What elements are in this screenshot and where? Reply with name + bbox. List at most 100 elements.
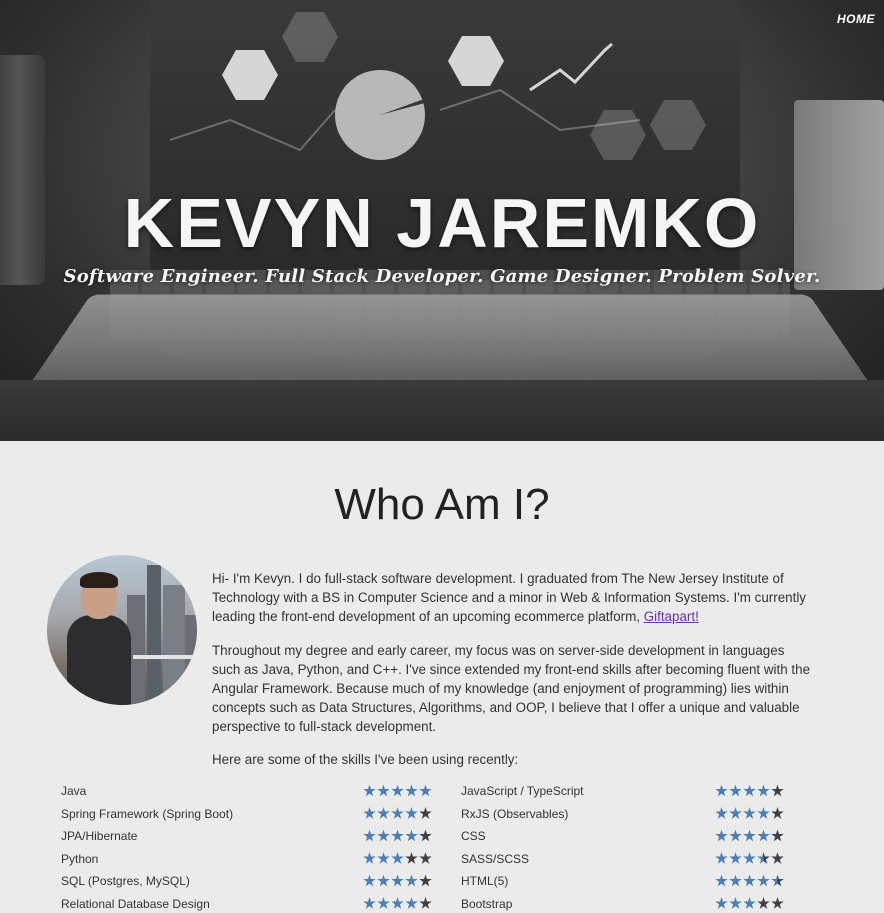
star-icon — [391, 874, 404, 887]
star-icon — [363, 897, 376, 909]
star-icon — [419, 807, 432, 819]
star-icon — [405, 874, 418, 887]
skill-name: JPA/Hibernate — [61, 829, 138, 843]
skill-row: Java — [61, 782, 432, 800]
star-rating — [363, 897, 432, 910]
skill-name: HTML(5) — [461, 874, 509, 888]
star-icon — [715, 784, 728, 797]
star-icon — [377, 874, 390, 887]
star-icon — [715, 807, 728, 819]
star-icon — [715, 852, 728, 864]
skill-name: Spring Framework (Spring Boot) — [61, 806, 234, 821]
star-icon — [363, 874, 376, 887]
star-icon — [743, 852, 756, 864]
skill-row: HTML(5) — [461, 872, 784, 890]
star-icon — [757, 874, 770, 887]
skill-name: SASS/SCSS — [461, 851, 530, 866]
skill-row: CSS — [461, 827, 784, 845]
star-icon — [743, 897, 756, 909]
skill-name: SQL (Postgres, MySQL) — [61, 874, 190, 888]
star-rating — [363, 829, 432, 843]
avatar — [47, 555, 197, 705]
star-icon — [419, 829, 432, 842]
giftapart-link[interactable]: Giftapart! — [644, 609, 699, 624]
star-icon — [729, 807, 742, 819]
nav-home-link[interactable]: HOME — [837, 12, 875, 26]
star-icon — [391, 829, 404, 842]
star-rating — [363, 784, 432, 798]
star-icon — [757, 807, 770, 819]
skill-name: Python — [61, 851, 99, 866]
star-icon — [757, 852, 770, 864]
star-rating — [715, 784, 784, 798]
skill-name: CSS — [461, 829, 486, 843]
star-icon — [757, 897, 770, 909]
star-icon — [757, 829, 770, 842]
skill-name: Java — [61, 784, 87, 798]
skill-name: Relational Database Design — [61, 896, 210, 911]
table-surface — [0, 380, 884, 441]
star-icon — [363, 852, 376, 864]
star-icon — [757, 784, 770, 797]
skill-row: Bootstrap — [461, 895, 784, 913]
skill-row: Python — [61, 850, 432, 868]
star-icon — [771, 807, 784, 819]
hero-title: KEVYN JAREMKO — [123, 184, 761, 262]
star-icon — [771, 829, 784, 842]
star-icon — [377, 784, 390, 797]
star-rating — [715, 852, 784, 865]
skill-row: RxJS (Observables) — [461, 805, 784, 823]
laptop-base — [23, 294, 877, 394]
skill-name: Bootstrap — [461, 896, 513, 911]
star-icon — [377, 829, 390, 842]
star-icon — [771, 784, 784, 797]
star-icon — [771, 897, 784, 909]
star-icon — [363, 807, 376, 819]
star-icon — [405, 784, 418, 797]
star-icon — [729, 897, 742, 909]
star-icon — [363, 829, 376, 842]
star-icon — [715, 874, 728, 887]
skill-row: SQL (Postgres, MySQL) — [61, 872, 432, 890]
star-rating — [715, 829, 784, 843]
star-icon — [419, 784, 432, 797]
star-icon — [377, 897, 390, 909]
star-icon — [729, 852, 742, 864]
star-icon — [729, 874, 742, 887]
skill-row: JPA/Hibernate — [61, 827, 432, 845]
star-icon — [391, 807, 404, 819]
star-icon — [743, 807, 756, 819]
skill-row: Relational Database Design — [61, 895, 432, 913]
star-icon — [405, 807, 418, 819]
bio-paragraph-1: Hi- I'm Kevyn. I do full-stack software … — [212, 571, 806, 624]
star-icon — [419, 897, 432, 909]
star-rating — [363, 852, 432, 865]
hero-banner: HOME KEVYN JAREMKO Software Engineer. Fu… — [0, 0, 884, 441]
hero-subtitle: Software Engineer. Full Stack Developer.… — [63, 266, 821, 287]
skill-name: JavaScript / TypeScript — [461, 784, 584, 798]
star-rating — [715, 874, 784, 888]
star-icon — [771, 874, 784, 887]
star-icon — [419, 874, 432, 887]
about-heading: Who Am I? — [334, 480, 550, 529]
star-icon — [391, 784, 404, 797]
star-icon — [377, 852, 390, 864]
star-icon — [405, 829, 418, 842]
star-icon — [729, 829, 742, 842]
skill-name: RxJS (Observables) — [461, 806, 569, 821]
skill-row: JavaScript / TypeScript — [461, 782, 784, 800]
star-rating — [715, 897, 784, 910]
star-rating — [715, 807, 784, 820]
skill-row: SASS/SCSS — [461, 850, 784, 868]
star-rating — [363, 874, 432, 888]
star-icon — [405, 897, 418, 909]
bio-paragraph-2: Throughout my degree and early career, m… — [212, 643, 811, 734]
star-icon — [743, 874, 756, 887]
star-icon — [771, 852, 784, 864]
star-icon — [743, 784, 756, 797]
star-icon — [391, 852, 404, 864]
star-icon — [743, 829, 756, 842]
star-icon — [729, 784, 742, 797]
star-icon — [391, 897, 404, 909]
star-rating — [363, 807, 432, 820]
